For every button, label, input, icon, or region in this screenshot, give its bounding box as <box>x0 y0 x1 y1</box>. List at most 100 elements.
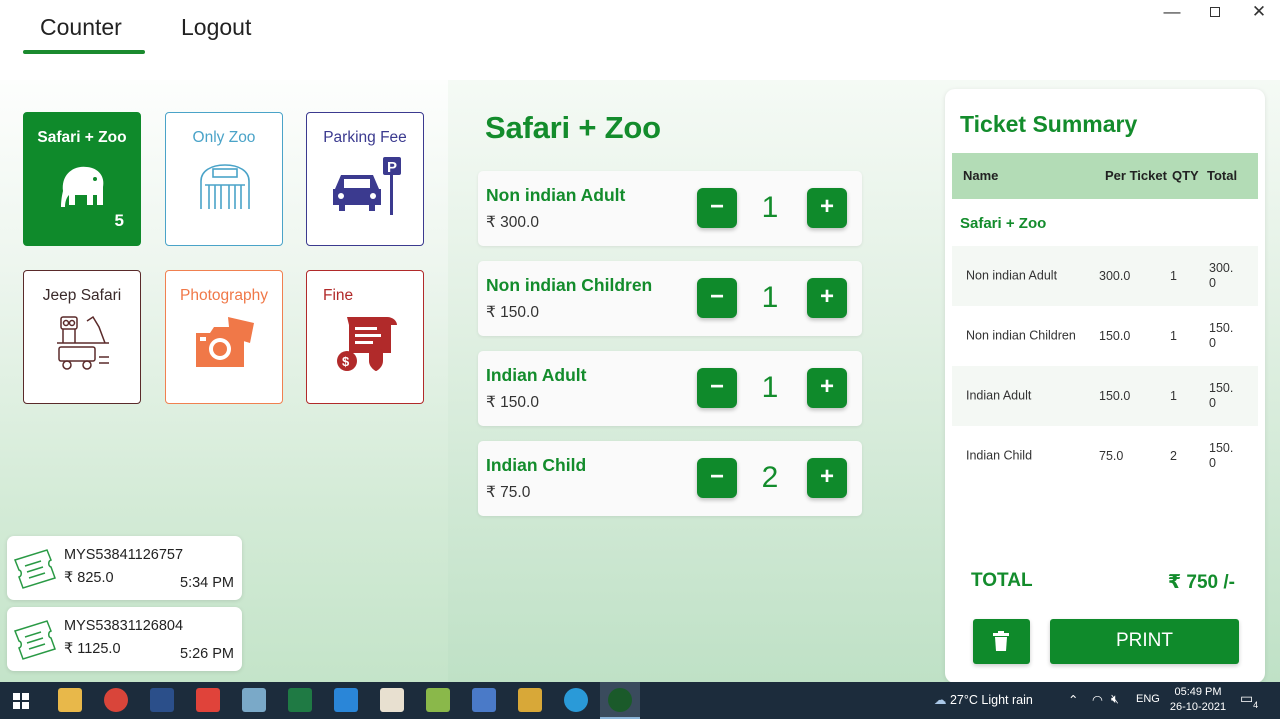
decrement-button[interactable]: − <box>697 368 737 408</box>
app-icon[interactable] <box>518 688 542 712</box>
summary-row: Non indian Children 150.0 1 150.0 <box>952 306 1258 366</box>
chat-bubble-icon: ▭ <box>1240 690 1254 706</box>
summary-table-header: Name Per Ticket QTY Total <box>952 153 1258 199</box>
notification-icon[interactable]: ▭ 4 <box>1240 690 1262 719</box>
ticket-price: ₹ 75.0 <box>486 484 531 501</box>
vscode-icon[interactable] <box>334 688 358 712</box>
excel-icon[interactable] <box>288 688 312 712</box>
active-tab-indicator <box>23 50 145 54</box>
summary-cell-total: 150.0 <box>1209 321 1234 350</box>
decrement-button[interactable]: − <box>697 188 737 228</box>
recent-transaction-card[interactable]: MYS53841126757 ₹ 825.0 5:34 PM <box>7 536 242 600</box>
summary-cell-per: 150.0 <box>1099 329 1131 343</box>
category-label: Fine <box>323 287 354 304</box>
maximize-icon <box>1210 7 1220 17</box>
summary-cell-name: Non indian Children <box>966 328 1076 343</box>
transaction-time: 5:26 PM <box>180 646 234 662</box>
summary-row: Indian Child 75.0 2 150.0 <box>952 426 1258 486</box>
category-only-zoo[interactable]: Only Zoo <box>165 112 283 246</box>
windows-start-icon[interactable] <box>13 693 29 709</box>
summary-cell-qty: 1 <box>1170 329 1177 343</box>
ticket-row: Indian Adult ₹ 150.0 − 1 + <box>478 351 862 426</box>
summary-cell-qty: 1 <box>1170 269 1177 283</box>
svg-text:P: P <box>387 159 397 176</box>
edge-icon[interactable] <box>564 688 588 712</box>
ticket-quantity: 1 <box>761 281 779 314</box>
top-bar: Counter Logout — ✕ <box>0 0 1280 80</box>
header-per-ticket: Per Ticket <box>1105 168 1167 183</box>
ticket-name: Indian Child <box>486 455 587 475</box>
ticket-price: ₹ 150.0 <box>486 394 539 411</box>
java-icon[interactable] <box>380 688 404 712</box>
increment-button[interactable]: + <box>807 278 847 318</box>
app-icon[interactable] <box>242 688 266 712</box>
windows-taskbar: ☁ 27°C Light rain ⌃ ◠ 🔇︎ ENG 05:49 PM 26… <box>0 682 1280 719</box>
cloud-icon: ☁ <box>934 693 947 707</box>
wifi-icon[interactable]: ◠ <box>1092 692 1103 719</box>
summary-cell-name: Indian Adult <box>966 388 1032 403</box>
category-label: Only Zoo <box>192 129 256 146</box>
ticket-name: Non indian Adult <box>486 185 626 205</box>
category-fine[interactable]: Fine $ <box>306 270 424 404</box>
category-safari-zoo[interactable]: Safari + Zoo 5 <box>23 112 141 246</box>
category-jeep-safari[interactable]: Jeep Safari <box>23 270 141 404</box>
summary-cell-name: Indian Child <box>966 448 1033 463</box>
clock-time: 05:49 PM <box>1174 686 1222 698</box>
header-name: Name <box>963 168 999 183</box>
recent-transaction-card[interactable]: MYS53831126804 ₹ 1125.0 5:26 PM <box>7 607 242 671</box>
print-button[interactable]: PRINT <box>1050 619 1239 664</box>
summary-cell-per: 75.0 <box>1099 449 1124 463</box>
tab-counter[interactable]: Counter <box>40 14 122 41</box>
transaction-amount: ₹ 825.0 <box>64 570 114 586</box>
increment-button[interactable]: + <box>807 368 847 408</box>
fine-receipt-icon: $ <box>337 317 397 371</box>
clock[interactable]: 05:49 PM 26-10-2021 <box>1168 685 1228 719</box>
elephant-icon <box>61 166 104 207</box>
app-icon[interactable] <box>150 688 174 712</box>
language-indicator[interactable]: ENG <box>1136 693 1160 719</box>
ticket-row: Non indian Children ₹ 150.0 − 1 + <box>478 261 862 336</box>
ticket-quantity: 2 <box>761 461 779 494</box>
svg-text:$: $ <box>342 354 350 369</box>
summary-group-label: Safari + Zoo <box>960 215 1047 232</box>
clear-button[interactable] <box>973 619 1030 664</box>
app-icon[interactable] <box>472 688 496 712</box>
decrement-button[interactable]: − <box>697 458 737 498</box>
category-count-badge: 5 <box>114 211 124 230</box>
total-value: ₹ 750 /- <box>1167 572 1235 593</box>
summary-title: Ticket Summary <box>960 111 1138 137</box>
ticket-name: Indian Adult <box>486 365 587 385</box>
chrome-icon[interactable] <box>104 688 128 712</box>
minimize-button[interactable]: — <box>1160 2 1184 22</box>
weather-widget[interactable]: ☁ 27°C Light rain <box>934 692 1033 719</box>
ticket-stub-icon <box>14 549 56 589</box>
header-total: Total <box>1207 168 1238 183</box>
summary-cell-total: 150.0 <box>1209 441 1234 470</box>
zoo-app-icon[interactable] <box>608 688 632 712</box>
chevron-up-icon[interactable]: ⌃ <box>1068 692 1078 719</box>
file-explorer-icon[interactable] <box>58 688 82 712</box>
zoo-gate-icon <box>200 164 250 209</box>
notepad-icon[interactable] <box>426 688 450 712</box>
summary-cell-total: 300.0 <box>1209 261 1234 290</box>
summary-row: Indian Adult 150.0 1 150.0 <box>952 366 1258 426</box>
notification-count: 4 <box>1253 700 1259 710</box>
summary-cell-per: 300.0 <box>1099 269 1131 283</box>
category-photography[interactable]: Photography <box>165 270 283 404</box>
category-label: Photography <box>180 287 268 304</box>
tab-logout[interactable]: Logout <box>181 14 251 41</box>
category-label: Safari + Zoo <box>37 129 127 146</box>
increment-button[interactable]: + <box>807 458 847 498</box>
maximize-button[interactable] <box>1203 2 1227 22</box>
decrement-button[interactable]: − <box>697 278 737 318</box>
close-button[interactable]: ✕ <box>1247 2 1271 22</box>
increment-button[interactable]: + <box>807 188 847 228</box>
parking-car-icon: P <box>333 157 401 215</box>
category-parking-fee[interactable]: Parking Fee P <box>306 112 424 246</box>
transaction-time: 5:34 PM <box>180 575 234 591</box>
volume-muted-icon[interactable]: 🔇︎ <box>1111 692 1119 719</box>
ticket-price: ₹ 150.0 <box>486 304 539 321</box>
category-label: Parking Fee <box>323 129 407 146</box>
app-icon[interactable] <box>196 688 220 712</box>
summary-row: Non indian Adult 300.0 1 300.0 <box>952 246 1258 306</box>
